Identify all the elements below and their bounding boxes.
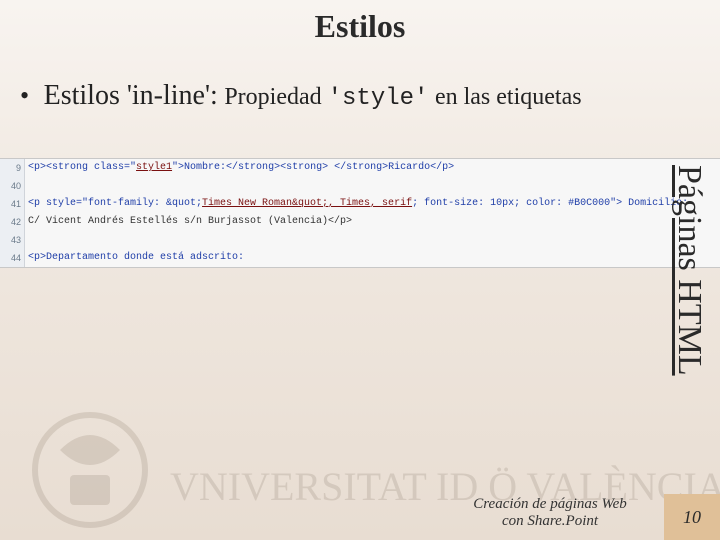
line-number: 42 <box>0 213 24 231</box>
code-line <box>28 177 718 195</box>
footer-caption: Creación de páginas Web con Share.Point <box>450 496 650 531</box>
bullet-topic: Estilos 'in-line': <box>44 80 218 111</box>
code-lines: <p><strong class="style1">Nombre:</stron… <box>28 159 718 267</box>
line-number: 40 <box>0 177 24 195</box>
bullet-dot: • <box>20 81 29 110</box>
sidebar-text: Páginas HTML <box>670 165 708 376</box>
code-line: <p>Departamento donde está adscrito: <box>28 249 718 267</box>
code-line <box>28 231 718 249</box>
code-panel: 9 40 41 42 43 44 <p><strong class="style… <box>0 158 720 268</box>
code-line: C/ Vicent Andrés Estellés s/n Burjassot … <box>28 213 718 231</box>
code-line: <p><strong class="style1">Nombre:</stron… <box>28 159 718 177</box>
line-number: 43 <box>0 231 24 249</box>
code-gutter: 9 40 41 42 43 44 <box>0 159 25 267</box>
bullet-line: • Estilos 'in-line': Propiedad 'style' e… <box>20 80 700 112</box>
bullet-code: 'style' <box>328 85 429 112</box>
slide-title: Estilos <box>0 8 720 45</box>
slide: Estilos • Estilos 'in-line': Propiedad '… <box>0 0 720 540</box>
bullet-tail: en las etiquetas <box>435 84 582 110</box>
page-number: 10 <box>664 494 720 540</box>
line-number: 41 <box>0 195 24 213</box>
footer-line1: Creación de páginas Web <box>473 496 626 512</box>
line-number: 9 <box>0 159 24 177</box>
code-line: <p style="font-family: &quot;Times New R… <box>28 195 718 213</box>
footer-line2: con Share.Point <box>502 513 598 529</box>
line-number: 44 <box>0 249 24 267</box>
sidebar-vertical-label: Páginas HTML <box>668 165 708 415</box>
bullet-prop: Propiedad <box>224 84 327 110</box>
